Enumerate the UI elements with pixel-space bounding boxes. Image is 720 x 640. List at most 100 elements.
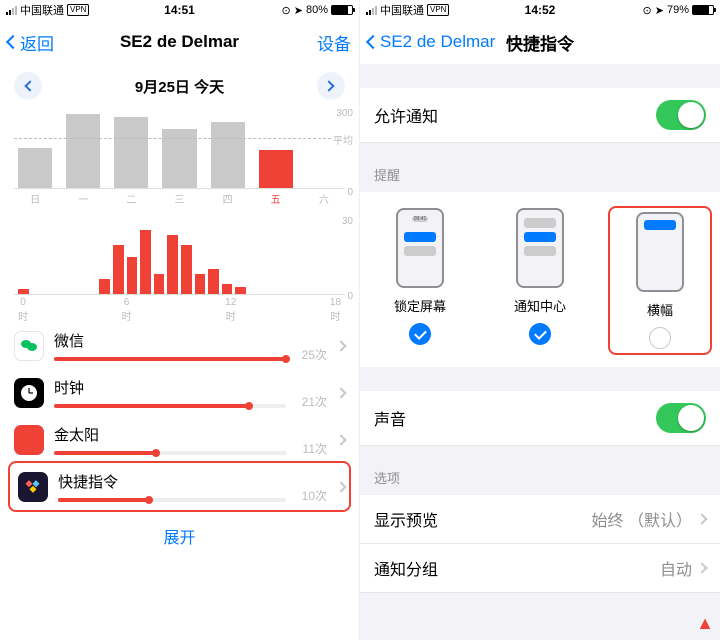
- status-bar: 中国联通 VPN 14:52 ⊙ ➤ 79%: [360, 0, 720, 20]
- bar: [127, 257, 138, 294]
- bar: [154, 274, 165, 294]
- chevron-right-icon: [335, 387, 346, 398]
- screen-notification-settings: 中国联通 VPN 14:52 ⊙ ➤ 79% SE2 de Delmar 快捷指…: [360, 0, 720, 640]
- usage-bar: [54, 357, 286, 361]
- checkmark-icon[interactable]: [409, 323, 431, 345]
- nav-bar: SE2 de Delmar 快捷指令: [360, 20, 720, 64]
- app-list: 微信 25次时钟21次金太阳 11次快捷指令 10次: [0, 322, 359, 510]
- y-tick: 30: [342, 216, 353, 227]
- alert-label: 通知中心: [514, 296, 566, 315]
- usage-count: 21次: [302, 393, 327, 410]
- chevron-left-icon: [6, 35, 20, 49]
- bar: [195, 274, 206, 294]
- toggle-on-icon[interactable]: [656, 100, 706, 130]
- bar: [181, 245, 192, 294]
- chevron-right-icon: [335, 340, 346, 351]
- sound-cell[interactable]: 声音: [360, 391, 720, 446]
- back-button[interactable]: 返回: [8, 30, 54, 55]
- x-tick: 四: [211, 191, 245, 206]
- status-time: 14:52: [360, 3, 720, 17]
- show-preview-cell[interactable]: 显示预览 始终 （默认）: [360, 495, 720, 544]
- app-icon: [14, 331, 44, 361]
- hourly-chart: 30 0 0时6时12时18时: [0, 216, 359, 316]
- back-label: 返回: [20, 30, 54, 55]
- usage-bar: [54, 451, 287, 455]
- grouping-cell[interactable]: 通知分组 自动: [360, 544, 720, 593]
- date-selector: 9月25日 今天: [0, 64, 359, 108]
- usage-count: 25次: [302, 346, 327, 363]
- chevron-left-icon: [366, 35, 380, 49]
- chevron-right-icon: [324, 80, 335, 91]
- bar: [66, 114, 100, 188]
- checkmark-icon[interactable]: [529, 323, 551, 345]
- allow-notifications-cell[interactable]: 允许通知: [360, 88, 720, 143]
- status-bar: 中国联通 VPN 14:51 ⊙ ➤ 80%: [0, 0, 359, 20]
- bar: [114, 117, 148, 188]
- alert-style-option[interactable]: 横幅: [610, 208, 710, 353]
- app-row[interactable]: 时钟21次: [0, 369, 359, 416]
- phone-preview-icon: [516, 208, 564, 288]
- empty-circle-icon[interactable]: [649, 327, 671, 349]
- alert-style-option[interactable]: 09:41锁定屏幕: [370, 208, 470, 353]
- back-button[interactable]: SE2 de Delmar: [368, 32, 495, 52]
- alert-styles: 09:41锁定屏幕通知中心 横幅: [360, 192, 720, 367]
- cell-label: 声音: [374, 406, 406, 430]
- usage-count: 11次: [303, 440, 327, 457]
- battery-icon: [692, 5, 714, 15]
- prev-day-button[interactable]: [14, 72, 42, 100]
- cell-label: 通知分组: [374, 556, 438, 580]
- app-icon: [18, 472, 48, 502]
- weekly-chart: 300 平均 0 日一二三四五六: [0, 108, 359, 212]
- app-name: 快捷指令: [58, 471, 286, 492]
- bar: [140, 230, 151, 294]
- bar: [211, 122, 245, 189]
- alert-style-option[interactable]: 通知中心: [490, 208, 590, 353]
- chevron-right-icon: [696, 562, 707, 573]
- phone-preview-icon: [636, 212, 684, 292]
- usage-bar: [58, 498, 286, 502]
- y-avg-label: 平均: [333, 132, 353, 147]
- usage-count: 10次: [302, 487, 327, 504]
- app-row[interactable]: 快捷指令 10次: [10, 463, 349, 510]
- options-header: 选项: [360, 446, 720, 495]
- chevron-right-icon: [696, 513, 707, 524]
- toggle-on-icon[interactable]: [656, 403, 706, 433]
- usage-bar: [54, 404, 286, 408]
- watermark-icon: ▲: [696, 613, 714, 634]
- app-row[interactable]: 金太阳 11次: [0, 416, 359, 463]
- cell-value: 自动: [660, 556, 692, 580]
- y-tick: 0: [347, 187, 353, 198]
- x-tick: 六: [307, 191, 341, 206]
- phone-preview-icon: 09:41: [396, 208, 444, 288]
- chevron-right-icon: [335, 434, 346, 445]
- y-tick: 300: [336, 108, 353, 119]
- expand-button[interactable]: 展开: [0, 510, 359, 562]
- settings-section: 允许通知 提醒 09:41锁定屏幕通知中心 横幅 声音 选项 显示预览 始终 （默…: [360, 64, 720, 640]
- next-day-button[interactable]: [317, 72, 345, 100]
- status-time: 14:51: [0, 3, 359, 17]
- current-date: 9月25日 今天: [135, 76, 224, 97]
- alerts-header: 提醒: [360, 143, 720, 192]
- app-row[interactable]: 微信 25次: [0, 322, 359, 369]
- chevron-left-icon: [24, 80, 35, 91]
- x-tick: 三: [162, 191, 196, 206]
- x-tick: 一: [66, 191, 100, 206]
- cell-label: 允许通知: [374, 103, 438, 127]
- bar: [235, 287, 246, 294]
- x-tick: 0时: [18, 297, 28, 323]
- x-tick: 五: [259, 191, 293, 206]
- nav-bar: 返回 SE2 de Delmar 设备: [0, 20, 359, 64]
- back-label: SE2 de Delmar: [380, 32, 495, 52]
- app-name: 金太阳: [54, 424, 287, 445]
- x-tick: 日: [18, 191, 52, 206]
- y-tick: 0: [347, 291, 353, 302]
- app-icon: [14, 378, 44, 408]
- app-name: 微信: [54, 330, 286, 351]
- devices-button[interactable]: 设备: [317, 30, 351, 55]
- screen-screen-time: 中国联通 VPN 14:51 ⊙ ➤ 80% 返回 SE2 de Delmar …: [0, 0, 360, 640]
- cell-value: 始终 （默认）: [592, 507, 692, 531]
- x-tick: 6时: [122, 297, 132, 323]
- x-tick: 12时: [225, 297, 236, 323]
- bar: [167, 235, 178, 294]
- battery-icon: [331, 5, 353, 15]
